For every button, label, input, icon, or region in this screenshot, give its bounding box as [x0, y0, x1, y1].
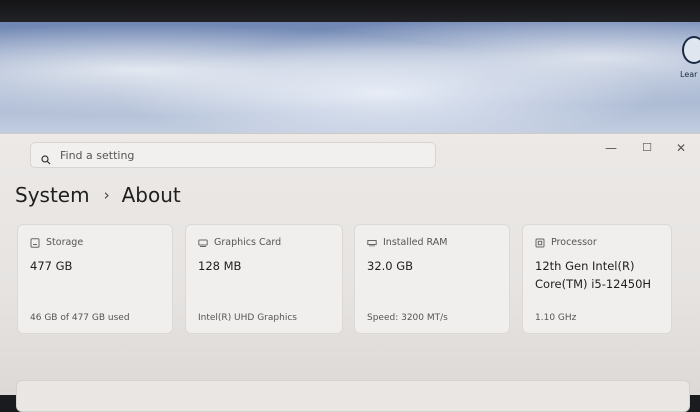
device-specifications-panel[interactable]	[16, 380, 690, 412]
minimize-button[interactable]: —	[600, 140, 622, 156]
processor-detail: 1.10 GHz	[535, 313, 577, 323]
processor-icon	[535, 238, 545, 248]
graphics-card-detail: Intel(R) UHD Graphics	[198, 313, 297, 323]
storage-detail: 46 GB of 477 GB used	[30, 313, 130, 323]
graphics-card-card[interactable]: Graphics Card 128 MB Intel(R) UHD Graphi…	[185, 224, 343, 334]
processor-label: Processor	[551, 237, 597, 248]
maximize-button[interactable]: ☐	[636, 140, 658, 156]
processor-card[interactable]: Processor 12th Gen Intel(R) Core(TM) i5-…	[522, 224, 672, 334]
search-input[interactable]	[60, 148, 360, 162]
ram-detail: Speed: 3200 MT/s	[367, 313, 448, 323]
ram-label: Installed RAM	[383, 237, 448, 248]
screen-bezel	[0, 0, 700, 24]
desktop-wallpaper	[0, 22, 700, 142]
breadcrumb: System › About	[15, 180, 181, 210]
search-icon	[41, 150, 51, 165]
graphics-card-value: 128 MB	[198, 259, 242, 273]
storage-label: Storage	[46, 237, 84, 248]
ram-icon	[367, 238, 377, 248]
processor-value: 12th Gen Intel(R) Core(TM) i5-12450H	[535, 259, 652, 291]
storage-card[interactable]: Storage 477 GB 46 GB of 477 GB used	[17, 224, 173, 334]
graphics-card-icon	[198, 238, 208, 248]
breadcrumb-system-link[interactable]: System	[15, 183, 90, 207]
ram-value: 32.0 GB	[367, 259, 414, 273]
graphics-card-label: Graphics Card	[214, 237, 282, 248]
close-button[interactable]: ✕	[670, 140, 692, 156]
ram-card[interactable]: Installed RAM 32.0 GB Speed: 3200 MT/s	[354, 224, 510, 334]
breadcrumb-separator: ›	[103, 186, 110, 204]
page-title: About	[121, 183, 181, 207]
desktop-icon-label[interactable]: Lear this	[680, 70, 700, 80]
settings-window: — ☐ ✕ System › About Storage 477 GB 46 G…	[0, 133, 700, 412]
storage-value: 477 GB	[30, 259, 73, 273]
desktop-app-icon[interactable]	[682, 36, 700, 64]
search-box[interactable]	[30, 142, 436, 168]
storage-icon	[30, 237, 40, 248]
